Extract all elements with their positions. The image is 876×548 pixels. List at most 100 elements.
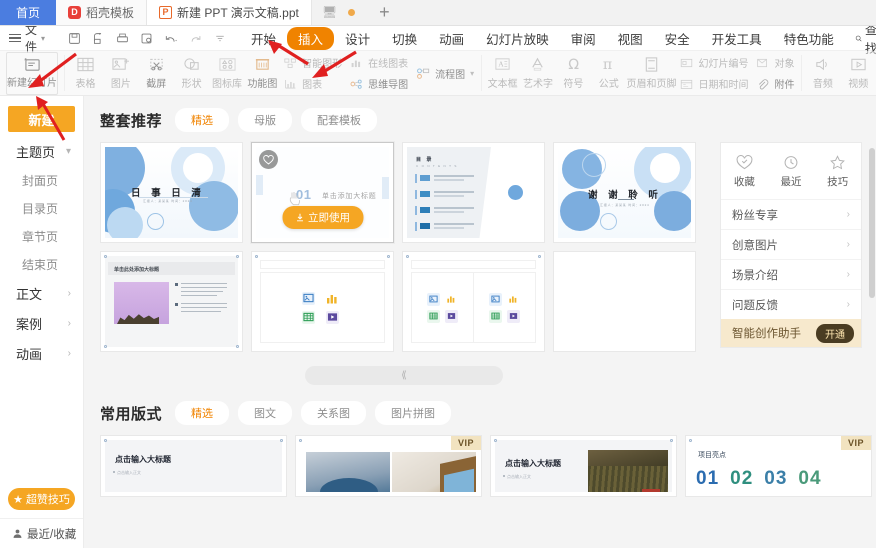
chart-button[interactable]: 图表 <box>280 74 346 93</box>
format-painter-icon[interactable] <box>140 32 153 45</box>
selection-handle[interactable] <box>299 439 302 442</box>
insert-table-button[interactable]: 表格 <box>68 52 103 95</box>
customize-icon[interactable] <box>214 32 226 45</box>
tab-home[interactable]: 首页 <box>0 0 56 25</box>
layout-card-text-photo[interactable]: 点击输入大标题 点击输入正文 <box>490 435 677 497</box>
monitor-icon[interactable]: 🖥 <box>322 5 337 19</box>
tab-charu[interactable]: 插入 <box>287 26 335 50</box>
layout-card-title-body[interactable]: 点击输入大标题 点击输入正文 <box>100 435 287 497</box>
selection-handle[interactable] <box>104 439 107 442</box>
redo-icon[interactable] <box>189 32 203 45</box>
favorites-button[interactable]: 收藏 <box>721 155 768 189</box>
filter-pill-imagetext[interactable]: 图文 <box>238 401 293 425</box>
formula-button[interactable]: π 公式 <box>591 52 626 95</box>
tab-sheji[interactable]: 设计 <box>334 27 381 50</box>
tab-ppt-document[interactable]: P 新建 PPT 演示文稿.ppt <box>147 0 312 25</box>
scrollbar-thumb[interactable] <box>869 148 875 298</box>
datetime-button[interactable]: 日期和时间 <box>676 74 752 93</box>
wordart-button[interactable]: 艺术字 <box>520 52 555 95</box>
save-icon[interactable] <box>68 32 81 45</box>
filter-pill-featured-2[interactable]: 精选 <box>175 401 230 425</box>
insert-shape-button[interactable]: 形状 <box>174 52 209 95</box>
selection-handle[interactable] <box>538 255 541 258</box>
file-menu-button[interactable]: 文件 ▾ <box>0 21 52 55</box>
selection-handle[interactable] <box>236 345 239 348</box>
smartart-button[interactable]: 智能图形 <box>280 53 346 72</box>
selection-handle[interactable] <box>255 255 258 258</box>
tab-shitu[interactable]: 视图 <box>607 27 654 50</box>
template-card-thanks[interactable]: 谢 谢 聆 听 汇报人：某某某 时间：2024 <box>553 142 696 243</box>
tips-button[interactable]: 技巧 <box>814 155 861 189</box>
ai-activate-button[interactable]: 开通 <box>816 323 854 343</box>
tab-shenyue[interactable]: 审阅 <box>560 27 607 50</box>
panel-row-fans[interactable]: 粉丝专享 › <box>721 199 861 229</box>
selection-handle[interactable] <box>236 255 239 258</box>
function-chart-button[interactable]: 功能图 <box>245 52 280 95</box>
filter-pill-matching[interactable]: 配套模板 <box>301 108 378 132</box>
favorite-button[interactable] <box>259 150 278 169</box>
insert-picture-button[interactable]: 图片 <box>103 52 138 95</box>
template-card-blank[interactable] <box>553 251 696 352</box>
video-button[interactable]: 视频 <box>841 52 876 95</box>
panel-row-creative-images[interactable]: 创意图片 › <box>721 229 861 259</box>
sidebar-group-theme[interactable]: 主题页 ▾ <box>0 136 83 166</box>
flowchart-button[interactable]: 流程图 ▾ <box>412 64 478 83</box>
filter-pill-master[interactable]: 母版 <box>238 108 293 132</box>
icon-library-button[interactable]: 图标库 <box>209 52 244 95</box>
sidebar-group-animation[interactable]: 动画 › <box>0 338 83 368</box>
selection-handle[interactable] <box>689 439 692 442</box>
tab-qiehuan[interactable]: 切换 <box>381 27 428 50</box>
sidebar-item-contents[interactable]: 目录页 <box>0 194 83 222</box>
selection-handle[interactable] <box>494 439 497 442</box>
undo-icon[interactable] <box>164 32 178 45</box>
selection-handle[interactable] <box>104 345 107 348</box>
textbox-button[interactable]: A 文本框 <box>485 52 520 95</box>
header-footer-button[interactable]: 页眉和页脚 <box>626 52 676 95</box>
print-icon[interactable] <box>116 32 129 45</box>
sidebar-group-body[interactable]: 正文 › <box>0 278 83 308</box>
selection-handle[interactable] <box>387 255 390 258</box>
filter-pill-featured[interactable]: 精选 <box>175 108 230 132</box>
screenshot-button[interactable]: 截屏 <box>139 52 174 95</box>
panel-row-feedback[interactable]: 问题反馈 › <box>721 289 861 319</box>
object-button[interactable]: 对象 <box>752 53 798 72</box>
selection-handle[interactable] <box>670 439 673 442</box>
template-card-hovered[interactable]: 01 单击添加大标题 <box>251 142 394 243</box>
sidebar-item-chapter[interactable]: 章节页 <box>0 222 83 250</box>
vertical-scrollbar[interactable] <box>869 96 875 548</box>
new-slide-button[interactable]: 新建幻灯片 <box>6 51 58 95</box>
new-tab-button[interactable]: + <box>365 0 404 25</box>
selection-handle[interactable] <box>104 255 107 258</box>
attachment-button[interactable]: 附件 <box>752 74 798 93</box>
tab-anquan[interactable]: 安全 <box>654 27 701 50</box>
tips-button[interactable]: ★ 超赞技巧 <box>8 488 75 510</box>
selection-handle[interactable] <box>406 255 409 258</box>
layout-card-numbers[interactable]: VIP 项目亮点 01 02 03 04 <box>685 435 872 497</box>
template-card-two-column[interactable] <box>402 251 545 352</box>
ai-assistant-banner[interactable]: 智能创作助手 开通 <box>721 319 861 347</box>
selection-handle[interactable] <box>280 439 283 442</box>
filter-pill-collage[interactable]: 图片拼图 <box>375 401 452 425</box>
recent-favorites-button[interactable]: 最近/收藏 <box>0 518 83 548</box>
filter-pill-relation[interactable]: 关系图 <box>301 401 367 425</box>
expand-more-button[interactable]: ⟪ <box>305 366 503 385</box>
mindmap-button[interactable]: 思维导图 <box>346 74 412 93</box>
template-card-cover[interactable]: 日 事 日 清 汇报人：某某某 时间：2024 <box>100 142 243 243</box>
slide-number-button[interactable]: 幻灯片编号 <box>676 53 752 72</box>
chevron-down-icon[interactable]: ▾ <box>470 69 474 78</box>
print-preview-icon[interactable] <box>92 32 105 45</box>
tab-dock-template[interactable]: D 稻壳模板 <box>56 0 148 25</box>
template-card-contents[interactable]: 目 录 C O N T E N T S <box>402 142 545 243</box>
symbol-button[interactable]: Ω 符号 <box>556 52 591 95</box>
sidebar-item-ending[interactable]: 结束页 <box>0 250 83 278</box>
panel-row-scenes[interactable]: 场景介绍 › <box>721 259 861 289</box>
audio-button[interactable]: 音频 <box>805 52 840 95</box>
recent-button[interactable]: 最近 <box>768 155 815 189</box>
use-template-button[interactable]: 立即使用 <box>282 206 363 229</box>
template-card-placeholders[interactable] <box>251 251 394 352</box>
online-chart-button[interactable]: 在线图表 <box>346 53 412 72</box>
tab-tesegongneng[interactable]: 特色功能 <box>773 27 845 50</box>
layout-card-two-photos[interactable]: VIP <box>295 435 482 497</box>
sidebar-item-cover[interactable]: 封面页 <box>0 166 83 194</box>
new-button[interactable]: 新建 <box>8 106 75 132</box>
